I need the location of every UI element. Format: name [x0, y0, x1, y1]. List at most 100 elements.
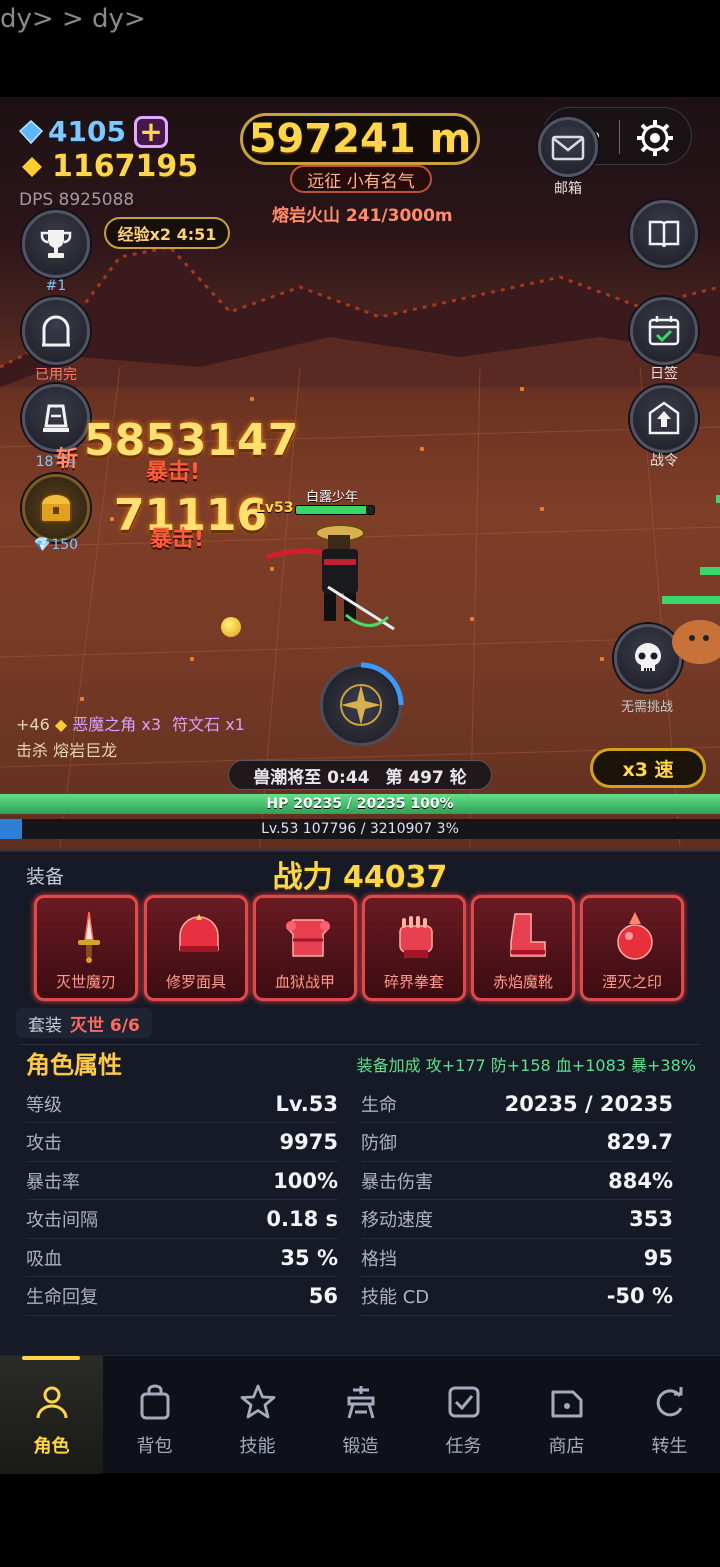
equip-slot-name: 灭世魔刃 [55, 973, 116, 991]
attribute-label: 等级 [26, 1094, 62, 1116]
xp-bar-text: Lv.53 107796 / 3210907 3% [261, 821, 459, 837]
dps-readout: DPS 8925088 [19, 190, 135, 210]
wave-round: 第 497 轮 [385, 767, 467, 788]
gate-button[interactable] [22, 297, 90, 365]
set-label: 套装 [28, 1015, 62, 1036]
attribute-label: 生命 [361, 1094, 397, 1116]
attribute-label: 防御 [361, 1133, 397, 1154]
ember [250, 397, 254, 401]
shop-icon [551, 1390, 582, 1418]
enemy-hp-bar [716, 495, 720, 503]
attribute-row: 暴击率 100% [26, 1162, 338, 1200]
tab-quests[interactable]: 任务 [412, 1356, 515, 1474]
attribute-label: 技能 CD [361, 1287, 430, 1308]
attribute-value: 829.7 [606, 1130, 673, 1154]
tab-bag[interactable]: 背包 [103, 1356, 206, 1474]
attribute-value: 56 [308, 1284, 338, 1308]
checkin-button[interactable] [630, 297, 698, 365]
equip-slot-helmet[interactable]: 修罗面具 [144, 895, 248, 1001]
leaderboard-rank: #1 [45, 278, 67, 294]
diamond-icon [18, 119, 44, 144]
gold-value: 1167195 [52, 149, 199, 184]
gem-counter: 4105 + [18, 115, 168, 148]
attribute-value: 95 [643, 1245, 673, 1270]
treasure-cost: 💎150 [33, 537, 79, 553]
checkbox-icon [448, 1386, 479, 1418]
gold-diamond-icon: ◆ [54, 715, 68, 734]
attribute-label: 移动速度 [361, 1210, 433, 1231]
loot-log: +46 ◆ 恶魔之角 x3 符文石 x1 [16, 711, 245, 735]
combat-power: 战力 44037 [272, 860, 448, 895]
attribute-row: 吸血 35 % [26, 1239, 338, 1277]
tower-icon [43, 404, 69, 432]
attribute-label: 生命回复 [26, 1287, 98, 1308]
tab-forge[interactable]: 锻造 [309, 1356, 412, 1474]
tab-character[interactable]: 角色 [0, 1356, 103, 1474]
tab-shop[interactable]: 商店 [515, 1356, 618, 1474]
battle-pass-button[interactable] [630, 385, 698, 453]
wave-timer: 兽潮将至 0:44 [253, 767, 370, 788]
loot-item: 符文石 x1 [172, 715, 245, 734]
refresh-icon [656, 1387, 682, 1417]
treasure-chest-icon [40, 493, 72, 523]
equip-slot-name: 湮灭之印 [601, 973, 662, 991]
leaderboard-button[interactable] [22, 210, 90, 278]
equip-slot-weapon[interactable]: 灭世魔刃 [34, 895, 138, 1001]
arch-icon [42, 315, 70, 347]
equip-slot-boots[interactable]: 赤焰魔靴 [471, 895, 575, 1001]
hp-bar: HP 20235 / 20235 100% [0, 794, 720, 814]
tab-label: 角色 [33, 1436, 70, 1457]
gear-icon[interactable] [635, 118, 675, 158]
attribute-row: 攻击 9975 [26, 1124, 338, 1162]
helmet-icon [179, 914, 219, 952]
ember [190, 657, 194, 661]
attribute-label: 吸血 [26, 1248, 62, 1270]
expedition-title: 远征 小有名气 [290, 165, 432, 193]
equip-slot-seal[interactable]: 湮灭之印 [580, 895, 684, 1001]
attribute-row: 等级 Lv.53 [26, 1085, 338, 1123]
character-panel: 装备 战力 44037 灭世魔刃 修罗面具 血狱战甲 碎界拳套 赤焰魔靴 湮灭之… [0, 850, 720, 1355]
player-character[interactable] [262, 517, 402, 637]
game-scene[interactable]: 4105 + 1167195 DPS 8925088 597241 m 远征 小… [0, 97, 720, 850]
tab-label: 任务 [445, 1436, 482, 1457]
attribute-row: 技能 CD -50 % [361, 1278, 673, 1316]
equipment-bonus: 装备加成 攻+177 防+158 血+1083 暴+38% [356, 1056, 696, 1075]
gold-coin[interactable] [221, 617, 241, 637]
slash-text: 斩 [56, 447, 79, 472]
ember [540, 507, 544, 511]
player-hp-bar [295, 505, 375, 515]
add-gems-button[interactable]: + [133, 115, 168, 148]
equip-slot-gloves[interactable]: 碎界拳套 [362, 895, 466, 1001]
equip-slot-name: 血狱战甲 [274, 973, 335, 991]
attribute-label: 暴击率 [26, 1171, 80, 1193]
attribute-value: 0.18 s [266, 1207, 338, 1231]
crit-text: 暴击! [150, 527, 205, 552]
tab-rebirth[interactable]: 转生 [618, 1356, 720, 1474]
player-level: Lv53 [256, 500, 294, 516]
gold-counter: 1167195 [20, 149, 198, 184]
distance-display: 597241 m [240, 113, 480, 165]
tab-skills[interactable]: 技能 [206, 1356, 309, 1474]
bag-icon [140, 1384, 169, 1420]
exp-boost-timer[interactable]: 经验x2 4:51 [104, 217, 230, 249]
mail-label: 邮箱 [554, 181, 582, 197]
equip-slot-name: 赤焰魔靴 [492, 973, 553, 991]
player-name: 白露少年 [306, 490, 359, 505]
attribute-value: 35 % [280, 1245, 338, 1270]
bottom-nav: 角色 背包 技能 锻造 任务 商店 转生 [0, 1355, 720, 1474]
armor-icon [286, 919, 330, 957]
mail-button[interactable] [538, 117, 598, 177]
ember [80, 697, 84, 701]
enemy-lava-blob[interactable] [660, 582, 720, 682]
set-value: 灭世 6/6 [70, 1015, 140, 1036]
attribute-value: Lv.53 [275, 1091, 338, 1116]
attribute-row: 格挡 95 [361, 1239, 673, 1277]
equip-slot-armor[interactable]: 血狱战甲 [253, 895, 357, 1001]
set-bonus-tag[interactable]: 套装 灭世 6/6 [16, 1008, 152, 1038]
skill-button[interactable] [320, 662, 404, 746]
codex-button[interactable] [630, 200, 698, 268]
ember [470, 617, 474, 621]
treasure-button[interactable] [22, 474, 90, 542]
speed-button[interactable]: x3 速 [590, 748, 706, 788]
tab-label: 商店 [548, 1436, 585, 1457]
